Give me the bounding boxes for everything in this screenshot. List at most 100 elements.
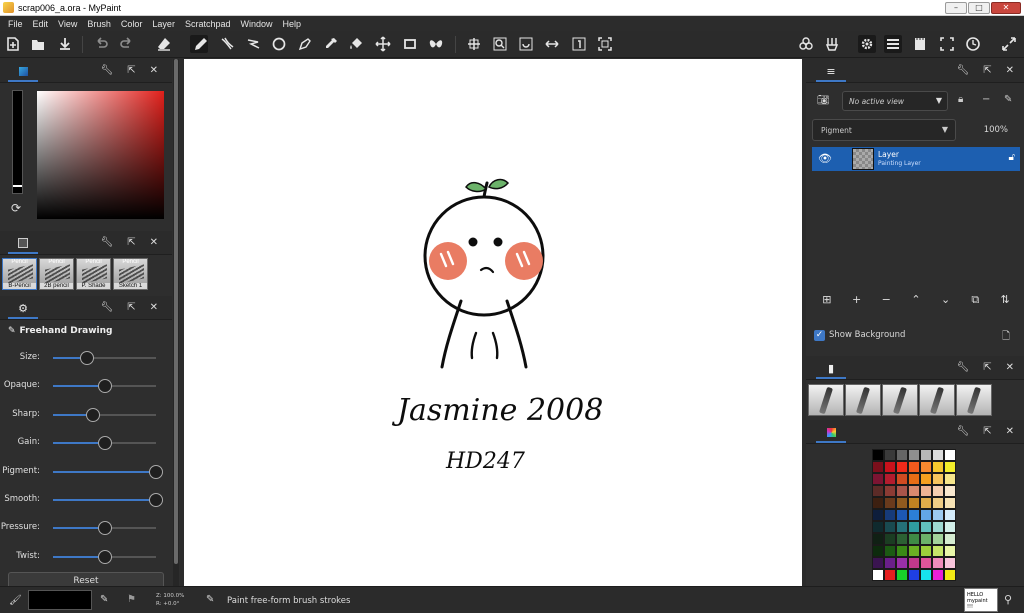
slider-knob[interactable] — [149, 464, 163, 479]
layers-tab[interactable]: ≡ — [816, 62, 846, 82]
palette-swatch[interactable] — [908, 533, 920, 545]
merge-icon[interactable]: ⇅ — [994, 293, 1016, 313]
palette-swatch[interactable] — [872, 533, 884, 545]
palette-swatch[interactable] — [944, 533, 956, 545]
detach-icon[interactable]: ⇱ — [127, 237, 135, 248]
slider-track[interactable] — [53, 407, 156, 422]
pin-icon[interactable]: ⚑ — [127, 594, 136, 605]
flip-icon[interactable] — [543, 35, 561, 53]
left-scrollbar[interactable] — [173, 59, 179, 586]
palette-swatch[interactable] — [884, 569, 896, 581]
palette-swatch[interactable] — [932, 509, 944, 521]
palette-swatch[interactable] — [920, 569, 932, 581]
palette-swatch[interactable] — [932, 521, 944, 533]
current-color-swatch[interactable] — [28, 590, 92, 610]
slider-track[interactable] — [53, 464, 163, 479]
palette-swatch[interactable] — [932, 473, 944, 485]
palette-swatch[interactable] — [920, 557, 932, 569]
eraser-icon[interactable] — [155, 35, 173, 53]
layer-item[interactable]: 👁︎ Layer Painting Layer 🔓︎ — [812, 147, 1020, 171]
rotate-icon[interactable] — [517, 35, 535, 53]
frame-icon[interactable] — [401, 35, 419, 53]
slider-track[interactable] — [53, 521, 156, 536]
menu-color[interactable]: Color — [116, 19, 148, 29]
palette-swatch[interactable] — [884, 485, 896, 497]
brush-group-item[interactable] — [808, 384, 844, 416]
palette-swatch[interactable] — [932, 545, 944, 557]
add-layer-icon[interactable]: ⊞ — [816, 293, 838, 313]
brush-group-item[interactable] — [956, 384, 992, 416]
palette-swatch[interactable] — [920, 461, 932, 473]
edit-icon[interactable]: ✎ — [1004, 94, 1012, 105]
detach-icon[interactable]: ⇱ — [983, 426, 991, 437]
palette-swatch[interactable] — [896, 485, 908, 497]
edit-brush-icon[interactable]: ✎ — [100, 594, 108, 605]
palette-swatch[interactable] — [872, 569, 884, 581]
close-button[interactable]: ✕ — [991, 1, 1021, 14]
palette-swatch[interactable] — [896, 449, 908, 461]
detach-icon[interactable]: ⇱ — [127, 65, 135, 76]
clock-icon[interactable] — [964, 35, 982, 53]
palette-swatch[interactable] — [884, 509, 896, 521]
brush-b-pencil[interactable]: Pencil B-Pencil — [2, 258, 37, 290]
pen-icon[interactable] — [296, 35, 314, 53]
reset-view-icon[interactable] — [570, 35, 588, 53]
palette-swatch[interactable] — [908, 461, 920, 473]
slider-track[interactable] — [53, 379, 156, 394]
palette-swatch[interactable] — [896, 569, 908, 581]
palette-swatch[interactable] — [872, 461, 884, 473]
menu-brush[interactable]: Brush — [82, 19, 116, 29]
palette-swatch[interactable] — [884, 545, 896, 557]
menu-help[interactable]: Help — [277, 19, 306, 29]
close-panel-icon[interactable]: ✕ — [1006, 65, 1014, 76]
brush-group-item[interactable] — [882, 384, 918, 416]
scratchpad-preview[interactable]: HELLO mypaint !!! — [964, 588, 998, 612]
drawing-canvas[interactable]: Jasmine 2008 HD247 — [184, 59, 802, 586]
save-icon[interactable] — [56, 35, 74, 53]
palette-swatch[interactable] — [896, 497, 908, 509]
palette-swatch[interactable] — [932, 497, 944, 509]
brush-settings-tab[interactable]: ⚙ — [8, 299, 38, 319]
menu-layer[interactable]: Layer — [147, 19, 180, 29]
palette-swatch[interactable] — [944, 449, 956, 461]
brush-2b-pencil[interactable]: Pencil 2B pencil — [39, 258, 74, 290]
color-picker-icon[interactable] — [322, 35, 340, 53]
undo-icon[interactable] — [92, 35, 110, 53]
color-pick-icon[interactable]: ⚲ — [1004, 593, 1012, 606]
arrow-up-icon[interactable]: ⌃ — [905, 293, 927, 313]
brush-icon[interactable]: 🖌︎ — [9, 595, 22, 606]
palette-swatch[interactable] — [872, 473, 884, 485]
slider-track[interactable] — [53, 351, 156, 365]
palette-swatch[interactable] — [944, 545, 956, 557]
palette-swatch[interactable] — [872, 509, 884, 521]
close-panel-icon[interactable]: ✕ — [150, 302, 158, 313]
palette-swatch[interactable] — [872, 557, 884, 569]
slider-track[interactable] — [53, 436, 156, 451]
slider-knob[interactable] — [97, 549, 112, 564]
menu-window[interactable]: Window — [235, 19, 277, 29]
palette-swatch[interactable] — [932, 449, 944, 461]
pan-icon[interactable] — [465, 35, 483, 53]
palette-swatch[interactable] — [944, 521, 956, 533]
palette-swatch[interactable] — [896, 557, 908, 569]
wrench-icon[interactable]: 🔧︎ — [957, 426, 970, 437]
show-background-checkbox[interactable]: ✓ — [814, 329, 825, 341]
close-panel-icon[interactable]: ✕ — [1006, 362, 1014, 373]
wrench-icon[interactable]: 🔧︎ — [957, 362, 970, 373]
palette-swatch[interactable] — [884, 521, 896, 533]
palette-swatch[interactable] — [908, 569, 920, 581]
palette-swatch[interactable] — [920, 545, 932, 557]
palette-swatch[interactable] — [884, 497, 896, 509]
symmetry-icon[interactable] — [427, 35, 445, 53]
brushes-icon[interactable] — [797, 35, 815, 53]
maximize-button[interactable]: □ — [968, 1, 990, 14]
palette-swatch[interactable] — [920, 521, 932, 533]
open-icon[interactable] — [29, 35, 47, 53]
palette-swatch[interactable] — [872, 485, 884, 497]
move-icon[interactable] — [374, 35, 392, 53]
settings-icon[interactable] — [858, 35, 876, 53]
palette-swatch[interactable] — [920, 485, 932, 497]
scratchpad-icon[interactable] — [911, 35, 929, 53]
eye-icon[interactable]: 👁︎ — [818, 152, 832, 165]
slider-track[interactable] — [53, 549, 156, 564]
